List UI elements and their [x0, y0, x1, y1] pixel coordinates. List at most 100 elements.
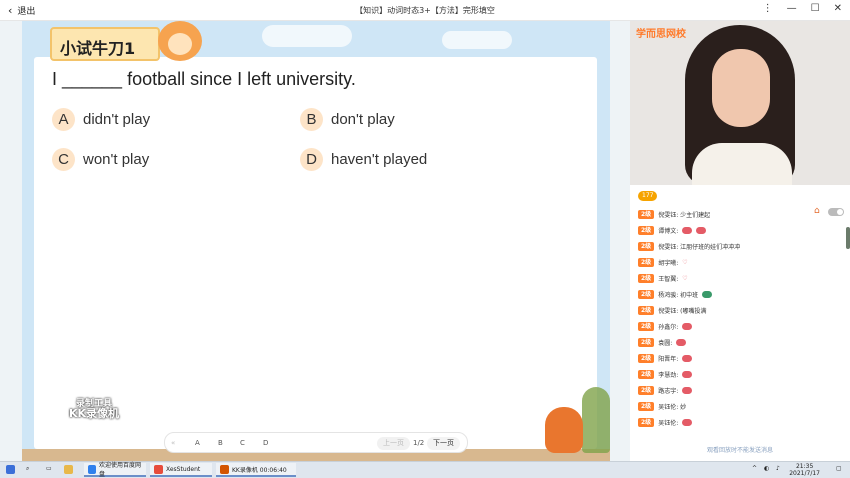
level-badge: 2级 [638, 322, 655, 331]
answer-button-c[interactable]: C [240, 439, 245, 447]
scrollbar[interactable] [846, 227, 850, 249]
lips-emoji-icon [682, 371, 693, 378]
chat-message: 2级 杨鸿骏: 初中班 [638, 289, 713, 300]
option-letter: A [52, 108, 75, 131]
chat-text: 阳晋年: [658, 356, 679, 363]
monkey-mascot-icon [158, 21, 202, 61]
level-badge: 2级 [638, 226, 655, 235]
sticker-icon [702, 291, 713, 298]
baidu-netdisk-icon [88, 464, 97, 474]
slide-control-bar: « A B C D 上一页 1/2 下一页 [164, 432, 468, 453]
option-d[interactable]: D haven't played [300, 148, 427, 171]
level-badge: 2级 [638, 386, 655, 395]
watermark-line2: KK录像机 [69, 407, 120, 420]
minimize-icon[interactable]: — [787, 3, 797, 14]
taskbar-app-kk[interactable]: KK录像机 00:06:40 [216, 463, 296, 477]
level-badge: 2级 [638, 274, 655, 283]
chat-message: 2级 吴钰伦: 妙 [638, 401, 686, 412]
option-text: don't play [331, 111, 395, 128]
chat-text: 杨鸿骏: 初中班 [658, 292, 699, 299]
option-c[interactable]: C won't play [52, 148, 149, 171]
question-card: I ______ football since I left universit… [34, 57, 597, 449]
clock-date: 2021/7/17 [789, 470, 820, 477]
explorer-icon[interactable] [64, 465, 73, 474]
prev-page-button[interactable]: 上一页 [377, 437, 410, 450]
live-panel: 学而思网校 177 ⌂ 2级 倪雯钰: 少主们建起 2级 谭博文: 2级 倪雯钰… [630, 21, 850, 461]
level-badge: 2级 [638, 258, 655, 267]
chat-text: 路志宇: [658, 388, 679, 395]
level-badge: 2级 [638, 242, 655, 251]
answer-button-b[interactable]: B [218, 439, 223, 447]
chat-message: 2级 倪雯钰: (嘟嘴投满 [638, 305, 706, 316]
fox-mascot-icon [545, 407, 583, 453]
maximize-icon[interactable]: ☐ [811, 3, 820, 14]
option-letter: D [300, 148, 323, 171]
windows-start-icon[interactable] [6, 465, 15, 474]
tray-chevron-icon[interactable]: ^ [752, 465, 757, 472]
clock-time: 21:35 [795, 463, 814, 470]
teacher-video: 学而思网校 [630, 21, 850, 185]
viewer-count-badge: 177 [638, 191, 658, 201]
chat-message: 2级 倪雯钰: 江朋仔班的娃们冲冲冲 [638, 241, 740, 252]
level-badge: 2级 [638, 370, 655, 379]
network-icon[interactable]: ◐ [764, 465, 769, 472]
taskbar-app-label: KK录像机 00:06:40 [232, 466, 287, 474]
cloud-decoration [262, 25, 352, 47]
chat-text: 吴钰伦: [658, 420, 679, 427]
question-text: I ______ football since I left universit… [52, 69, 356, 89]
taskbar-app-xes[interactable]: XesStudent [150, 463, 212, 477]
chat-message: 2级 路志宇: [638, 385, 693, 396]
chat-message: 2级 王智翼: ♡ [638, 273, 688, 284]
answer-button-d[interactable]: D [263, 439, 268, 447]
taskbar-app-label: 欢迎使用百度网盘 [99, 462, 142, 478]
kk-recorder-icon [220, 464, 229, 474]
option-text: didn't play [83, 111, 151, 128]
option-text: haven't played [331, 151, 428, 168]
chat-text: 倪雯钰: 江朋仔班的娃们冲冲冲 [658, 244, 741, 251]
chat-text: 谭博文: [658, 228, 679, 235]
option-letter: B [300, 108, 323, 131]
lips-emoji-icon [682, 355, 693, 362]
chat-message: 2级 李慧劲: [638, 369, 693, 380]
option-b[interactable]: B don't play [300, 108, 395, 131]
volume-icon[interactable]: ♪ [776, 465, 780, 472]
heart-emoji-icon: ♡ [682, 259, 688, 266]
chat-text: 胡宇曦: [658, 260, 679, 267]
next-page-button[interactable]: 下一页 [427, 437, 460, 450]
search-icon[interactable]: ⌕ [26, 465, 29, 473]
lips-emoji-icon [676, 339, 687, 346]
danmaku-toggle[interactable] [828, 208, 844, 216]
slide-stage: I ______ football since I left universit… [0, 21, 630, 461]
level-badge: 2级 [638, 290, 655, 299]
gift-icon[interactable]: ⌂ [814, 206, 820, 216]
task-view-icon[interactable]: ▭ [46, 465, 52, 472]
chat-message: 2级 吴钰伦: [638, 417, 693, 428]
system-clock[interactable]: 21:35 2021/7/17 [789, 463, 820, 477]
notification-icon[interactable]: ▢ [836, 465, 842, 472]
teacher-face [712, 49, 770, 127]
chat-text: 王智翼: [658, 276, 679, 283]
chat-message: 2级 胡宇曦: ♡ [638, 257, 688, 268]
chat-message: 2级 孙鑫尔: [638, 321, 693, 332]
more-menu-icon[interactable]: ⋮ [763, 3, 773, 14]
rewind-icon[interactable]: « [171, 439, 175, 447]
taskbar-app-baidu[interactable]: 欢迎使用百度网盘 [84, 462, 146, 478]
slide: I ______ football since I left universit… [22, 21, 610, 461]
level-badge: 2级 [638, 418, 655, 427]
chat-message: 2级 阳晋年: [638, 353, 693, 364]
chat-text: 李慧劲: [658, 372, 679, 379]
title-bar: ‹ 退出 【知识】动词时态3+【方法】完形填空 ⋮ — ☐ ✕ [0, 0, 850, 21]
option-a[interactable]: A didn't play [52, 108, 150, 131]
recorder-watermark: 录制工具 KK录像机 [69, 399, 119, 419]
option-text: won't play [83, 151, 150, 168]
taskbar: ⌕ ▭ 欢迎使用百度网盘 XesStudent KK录像机 00:06:40 ^… [0, 461, 850, 478]
lips-emoji-icon [682, 387, 693, 394]
chat-text: 吴钰伦: 妙 [658, 404, 687, 411]
chat-hint: 观看回放时不能发送消息 [706, 447, 773, 454]
window-title: 【知识】动词时态3+【方法】完形填空 [355, 6, 495, 15]
chat-text: 倪雯钰: 少主们建起 [658, 212, 711, 219]
chat-text: 倪雯钰: (嘟嘴投满 [658, 308, 707, 315]
answer-button-a[interactable]: A [195, 439, 200, 447]
chat-message: 2级 倪雯钰: 少主们建起 [638, 209, 710, 220]
close-icon[interactable]: ✕ [834, 3, 842, 14]
